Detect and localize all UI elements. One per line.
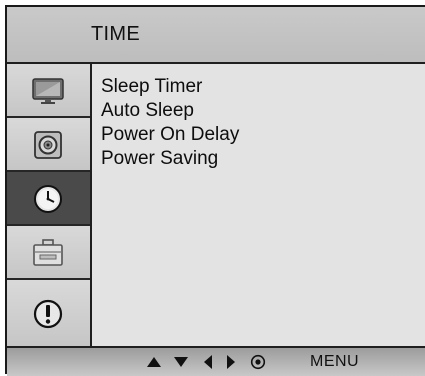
picture-icon [32,78,64,104]
info-icon [33,299,63,329]
down-arrow-icon [174,357,188,367]
menu-content: Sleep Timer Auto Sleep Power On Delay Po… [92,64,425,346]
sidebar-item-time[interactable] [7,172,90,226]
category-sidebar [7,64,92,346]
ok-icon [250,354,266,370]
sidebar-item-option[interactable] [7,226,90,280]
toolbox-icon [33,239,63,266]
left-arrow-icon [204,355,212,369]
nav-footer: MENU [7,346,425,376]
audio-icon [34,131,62,159]
osd-menu: TIME Sleep Timer Auto Sleep Power On Del… [5,5,425,376]
menu-item-auto-sleep[interactable]: Auto Sleep [101,100,194,122]
menu-item-power-on-delay[interactable]: Power On Delay [101,124,239,146]
menu-key-label: MENU [310,353,360,370]
sidebar-item-picture[interactable] [7,64,90,118]
sidebar-item-info[interactable] [7,280,90,346]
menu-item-sleep-timer[interactable]: Sleep Timer [101,76,202,98]
menu-item-power-saving[interactable]: Power Saving [101,148,218,170]
up-arrow-icon [147,357,161,367]
menu-header: TIME [7,7,425,64]
right-arrow-icon [227,355,235,369]
menu-title: TIME [91,23,140,45]
clock-icon [34,185,62,213]
sidebar-item-audio[interactable] [7,118,90,172]
